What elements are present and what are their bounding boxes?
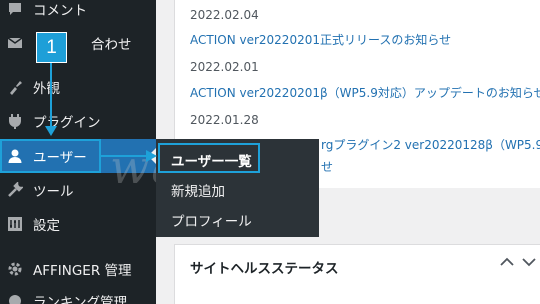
arrow-head-right xyxy=(146,150,157,162)
step-number-badge: 1 xyxy=(36,32,67,63)
arrow-head-down xyxy=(45,126,57,136)
annotation-arrows xyxy=(45,63,157,162)
